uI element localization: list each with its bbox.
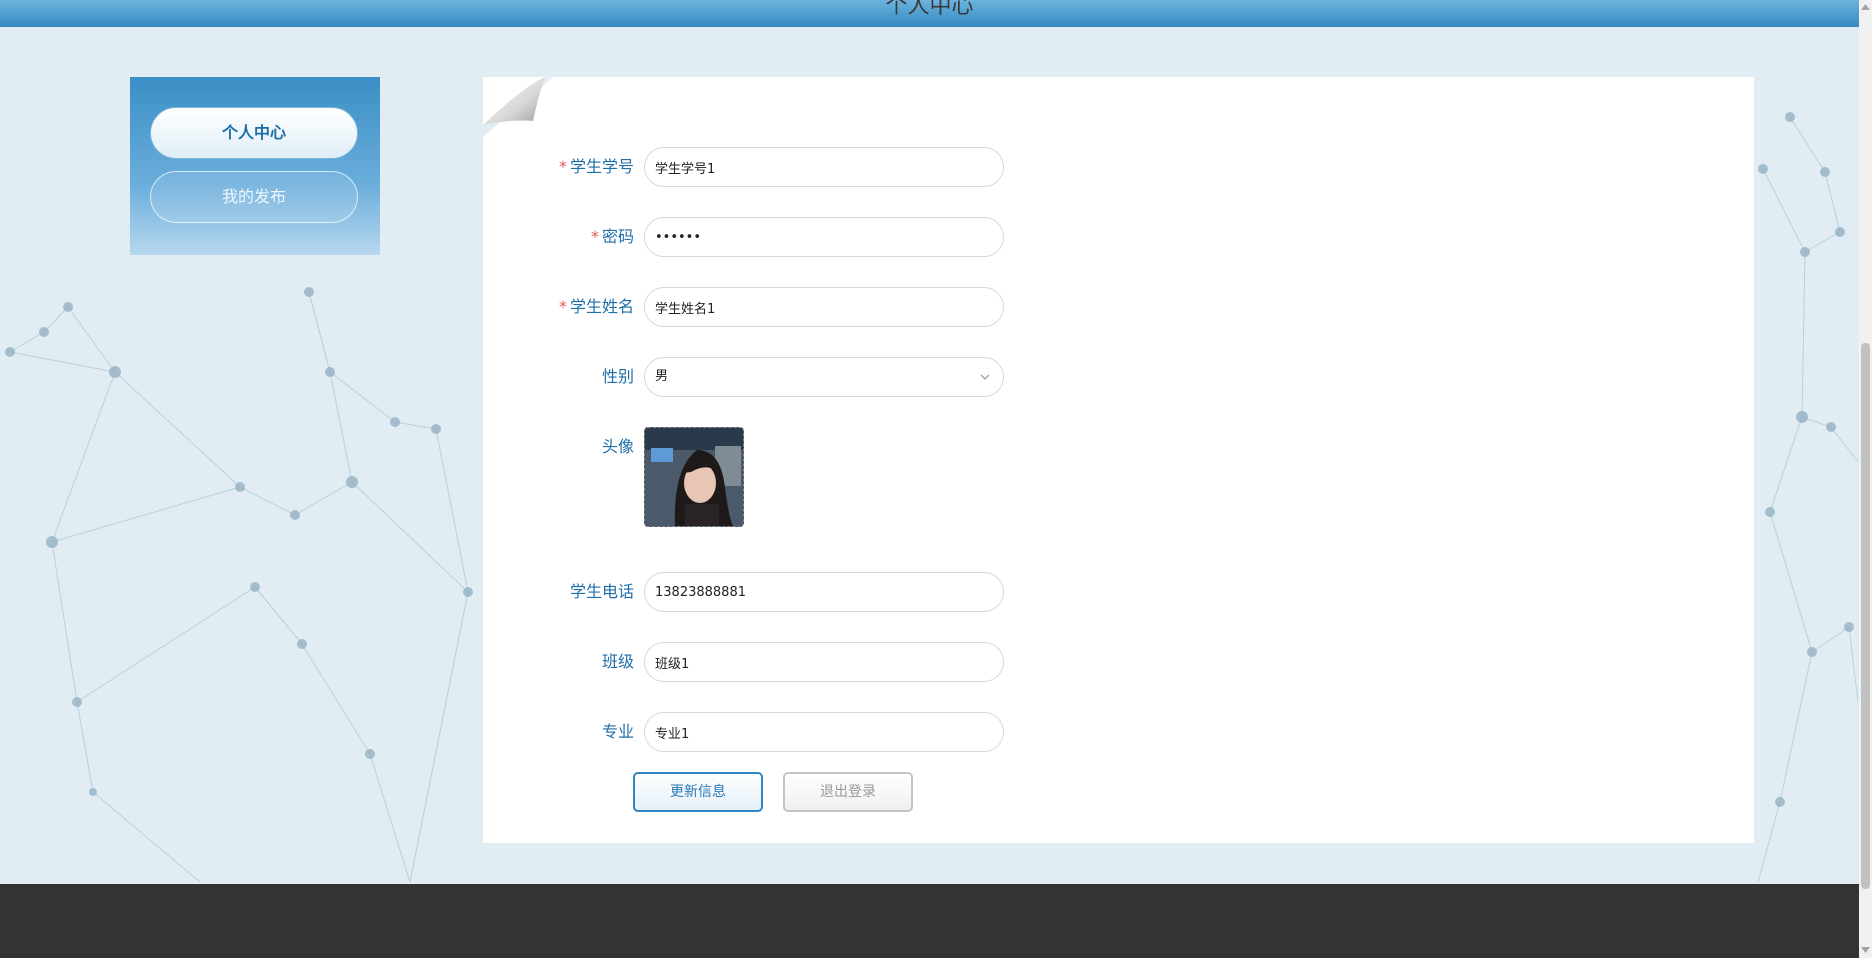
scroll-down-icon[interactable] <box>1861 945 1870 955</box>
scrollbar-thumb[interactable] <box>1861 343 1870 889</box>
student-id-label: 学生学号 <box>569 157 634 176</box>
top-header: 个人中心 <box>0 0 1859 27</box>
gender-label: 性别 <box>601 367 634 386</box>
phone-row: 学生电话 <box>520 572 1004 612</box>
student-name-input[interactable] <box>644 287 1004 327</box>
update-info-button[interactable]: 更新信息 <box>633 772 763 812</box>
sidebar-item-my-posts[interactable]: 我的发布 <box>150 171 358 223</box>
vertical-scrollbar[interactable] <box>1859 0 1872 958</box>
student-name-row: * 学生姓名 <box>520 287 1004 327</box>
gender-row: 性别 男 <box>520 357 1004 397</box>
major-row: 专业 <box>520 712 1004 752</box>
major-input[interactable] <box>644 712 1004 752</box>
avatar-upload[interactable] <box>644 427 744 527</box>
major-label: 专业 <box>601 722 634 741</box>
phone-input[interactable] <box>644 572 1004 612</box>
password-row: * 密码 <box>520 217 1004 257</box>
logout-button[interactable]: 退出登录 <box>783 772 913 812</box>
student-id-row: * 学生学号 <box>520 147 1004 187</box>
phone-label: 学生电话 <box>569 582 634 601</box>
avatar-row: 头像 <box>520 427 1004 467</box>
chevron-down-icon <box>980 374 990 380</box>
required-mark: * <box>558 297 567 316</box>
gender-value: 男 <box>655 369 669 384</box>
sidebar-item-label: 个人中心 <box>221 123 286 142</box>
scroll-up-icon[interactable] <box>1861 2 1870 12</box>
gender-select[interactable]: 男 <box>644 357 1004 397</box>
required-mark: * <box>558 157 567 176</box>
page-title: 个人中心 <box>885 0 974 19</box>
avatar-image <box>645 428 743 526</box>
class-input[interactable] <box>644 642 1004 682</box>
avatar-label: 头像 <box>601 437 634 456</box>
sidebar-item-label: 我的发布 <box>221 187 286 206</box>
student-id-input[interactable] <box>644 147 1004 187</box>
required-mark: * <box>590 227 599 246</box>
sidebar: 个人中心 我的发布 <box>130 77 380 255</box>
class-row: 班级 <box>520 642 1004 682</box>
footer <box>0 884 1859 958</box>
page-curl-icon <box>483 77 553 137</box>
class-label: 班级 <box>601 652 634 671</box>
password-label: 密码 <box>601 227 634 246</box>
student-name-label: 学生姓名 <box>569 297 634 316</box>
sidebar-item-personal-center[interactable]: 个人中心 <box>150 107 358 159</box>
password-input[interactable] <box>644 217 1004 257</box>
